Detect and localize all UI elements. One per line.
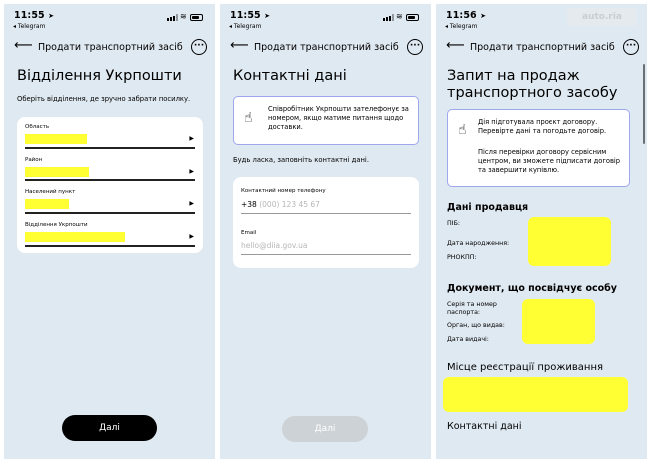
district-label: Район: [25, 157, 43, 163]
wifi-icon: ≋: [180, 12, 187, 21]
issue-date-label: Дата видачі:: [447, 336, 489, 343]
field-underline: [241, 213, 411, 214]
location-arrow-icon: ➤: [264, 12, 271, 20]
chevron-right-icon: ▶: [189, 135, 194, 142]
next-button-disabled[interactable]: Далі: [282, 416, 368, 442]
page-title-line-1: Запит на продаж: [447, 68, 580, 84]
notice-text-1: Дія підготувала проєкт договору. Перевір…: [478, 118, 607, 135]
redacted-document-data: [522, 299, 595, 344]
field-underline: [25, 245, 195, 247]
arrow-left-icon[interactable]: ⟵: [230, 38, 249, 54]
screen-ukrposhta-branch: 11:55 ➤ ◂ Telegram ≋ ⟵ Продати транспорт…: [4, 4, 215, 459]
field-underline: [25, 212, 195, 214]
more-icon[interactable]: ···: [191, 39, 207, 55]
pointing-hand-icon: ☝: [244, 110, 253, 126]
redacted-value: [25, 167, 89, 177]
instruction-text: Будь ласка, заповніть контактні дані.: [233, 156, 369, 164]
chevron-right-icon: ▶: [189, 168, 194, 175]
page-subtitle: Оберіть відділення, де зручно забрати по…: [17, 95, 191, 103]
page-title-line-2: транспортного засобу: [447, 85, 618, 101]
status-time: 11:55 ➤: [14, 10, 55, 21]
passport-series-label: Серія та номер паспорта:: [447, 301, 497, 316]
topbar-title: Продати транспортний засіб: [38, 42, 183, 53]
field-underline: [25, 179, 195, 181]
issuer-label: Орган, що видав:: [447, 322, 505, 329]
location-arrow-icon: ➤: [48, 12, 55, 20]
signal-icon: [383, 14, 394, 21]
back-to-telegram-link[interactable]: ◂ Telegram: [445, 23, 477, 30]
notice-text-2: Після перевірки договору сервісним центр…: [478, 148, 621, 174]
seller-rnokpp-label: РНОКПП:: [447, 254, 477, 261]
phone-prefix: +38: [241, 200, 257, 209]
notice-text: Співробітник Укрпошти зателефонує за ном…: [268, 105, 409, 131]
more-icon[interactable]: ···: [623, 39, 639, 55]
redacted-value: [25, 134, 87, 144]
top-bar: ⟵ Продати транспортний засіб ···: [14, 38, 207, 56]
status-time: 11:56 ➤: [446, 10, 487, 21]
arrow-left-icon[interactable]: ⟵: [446, 38, 465, 54]
info-notice: ☝ Співробітник Укрпошти зателефонує за н…: [233, 96, 419, 145]
chevron-right-icon: ▶: [189, 233, 194, 240]
seller-heading: Дані продавця: [447, 202, 529, 213]
signal-icon: [167, 14, 178, 21]
email-placeholder: hello@diia.gov.ua: [241, 241, 308, 250]
battery-icon: [190, 14, 203, 21]
screen-sale-request: 11:56 ➤ ◂ Telegram auto.ria ⟵ Продати тр…: [436, 4, 647, 459]
document-heading: Документ, що посвідчує особу: [447, 283, 617, 294]
post-office-label: Відділення Укрпошти: [25, 222, 88, 228]
battery-icon: [406, 14, 419, 21]
next-button[interactable]: Далі: [62, 415, 157, 441]
chevron-right-icon: ▶: [189, 200, 194, 207]
branch-form-card: Область ▶ Район ▶ Населений пункт ▶ Відд…: [17, 117, 203, 253]
top-bar: ⟵ Продати транспортний засіб ···: [446, 38, 639, 56]
seller-name-label: ПІБ:: [447, 220, 461, 227]
redacted-value: [25, 199, 69, 209]
phone-placeholder: (000) 123 45 67: [259, 200, 320, 209]
redacted-seller-data: [528, 217, 611, 266]
email-field[interactable]: hello@diia.gov.ua: [241, 241, 307, 250]
screen-contact-details: 11:55 ➤ ◂ Telegram ≋ ⟵ Продати транспорт…: [220, 4, 431, 459]
phone-field[interactable]: +38 (000) 123 45 67: [241, 200, 320, 209]
email-label: Email: [241, 230, 257, 236]
settlement-label: Населений пункт: [25, 189, 76, 195]
more-icon[interactable]: ···: [407, 39, 423, 55]
back-to-telegram-link[interactable]: ◂ Telegram: [229, 23, 261, 30]
page-title: Відділення Укрпошти: [17, 68, 182, 84]
pointing-hand-icon: ☝: [458, 122, 467, 138]
redacted-value: [25, 232, 125, 242]
seller-birth-label: Дата народження:: [447, 240, 510, 247]
back-to-telegram-link[interactable]: ◂ Telegram: [13, 23, 45, 30]
region-label: Область: [25, 124, 50, 130]
topbar-title: Продати транспортний засіб: [470, 42, 615, 53]
redacted-address: [443, 377, 628, 412]
top-bar: ⟵ Продати транспортний засіб ···: [230, 38, 423, 56]
contacts-heading: Контактні дані: [447, 421, 522, 432]
info-notice: ☝ Дія підготувала проєкт договору. Перев…: [447, 109, 630, 187]
watermark-logo: auto.ria: [567, 8, 637, 26]
location-arrow-icon: ➤: [480, 12, 487, 20]
status-time: 11:55 ➤: [230, 10, 271, 21]
scrollbar[interactable]: [643, 64, 645, 144]
residence-heading: Місце реєстрації проживання: [447, 362, 603, 373]
page-title: Контактні дані: [233, 68, 347, 84]
topbar-title: Продати транспортний засіб: [254, 42, 399, 53]
system-status-icons: ≋: [383, 13, 421, 21]
phone-label: Контактний номер телефону: [241, 188, 326, 194]
field-underline: [241, 254, 411, 255]
field-underline: [25, 147, 195, 149]
arrow-left-icon[interactable]: ⟵: [14, 38, 33, 54]
contact-form-card: Контактний номер телефону +38 (000) 123 …: [233, 177, 419, 268]
system-status-icons: ≋: [167, 13, 205, 21]
wifi-icon: ≋: [396, 12, 403, 21]
